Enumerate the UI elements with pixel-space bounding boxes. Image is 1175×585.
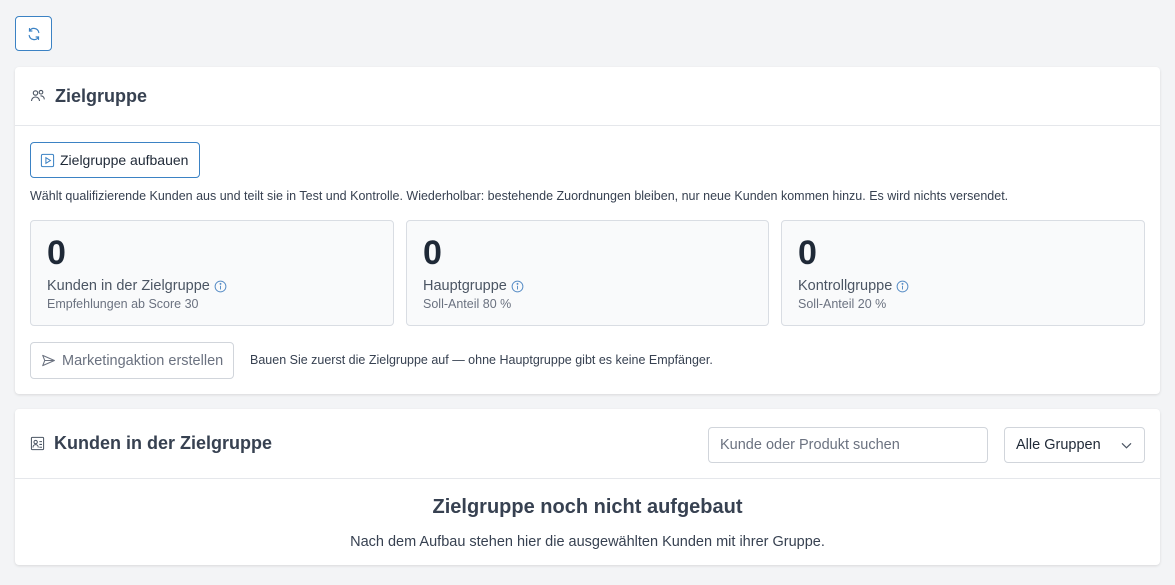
users-icon xyxy=(30,88,46,104)
play-square-icon xyxy=(40,153,55,168)
stat-label: Hauptgruppe xyxy=(423,278,507,294)
stat-value: 0 xyxy=(423,234,442,272)
stat-sub: Empfehlungen ab Score 30 xyxy=(47,297,199,311)
stat-card-control-group: 0 Kontrollgruppe Soll-Anteil 20 % xyxy=(781,220,1145,326)
customers-card-title: Kunden in der Zielgruppe xyxy=(54,433,273,453)
customer-search-input[interactable] xyxy=(708,427,988,463)
info-icon[interactable] xyxy=(511,280,524,293)
group-filter-select[interactable]: Alle Gruppen xyxy=(1004,427,1145,463)
group-filter-value: Alle Gruppen xyxy=(1016,437,1101,453)
chevron-down-icon xyxy=(1120,439,1133,452)
build-audience-button[interactable]: Zielgruppe aufbauen xyxy=(30,142,201,178)
campaign-hint: Bauen Sie zuerst die Zielgruppe auf — oh… xyxy=(250,353,713,367)
stat-value: 0 xyxy=(47,234,66,272)
stat-card-audience: 0 Kunden in der Zielgruppe Empfehlungen … xyxy=(30,220,394,326)
info-icon[interactable] xyxy=(214,280,227,293)
empty-state-title: Zielgruppe noch nicht aufgebaut xyxy=(432,496,743,518)
audience-description: Wählt qualifizierende Kunden aus und tei… xyxy=(30,189,1009,203)
stat-sub: Soll-Anteil 20 % xyxy=(798,297,887,311)
stat-sub: Soll-Anteil 80 % xyxy=(423,297,512,311)
stat-label: Kunden in der Zielgruppe xyxy=(47,278,210,294)
stat-label-row: Kontrollgruppe xyxy=(798,278,1128,294)
create-campaign-button[interactable]: Marketingaktion erstellen xyxy=(30,342,235,379)
refresh-icon xyxy=(26,26,42,42)
info-icon[interactable] xyxy=(896,280,909,293)
stat-card-main-group: 0 Hauptgruppe Soll-Anteil 80 % xyxy=(406,220,769,326)
customers-card: Kunden in der Zielgruppe Alle Gruppen Zi… xyxy=(15,409,1160,565)
create-campaign-label: Marketingaktion erstellen xyxy=(62,352,224,369)
build-audience-label: Zielgruppe aufbauen xyxy=(60,152,189,168)
empty-state-text: Nach dem Aufbau stehen hier die ausgewäh… xyxy=(350,534,825,550)
customers-card-header: Kunden in der Zielgruppe xyxy=(15,409,1160,479)
send-icon xyxy=(41,353,56,368)
audience-card: Zielgruppe Zielgruppe aufbauen Wählt qua… xyxy=(15,67,1160,394)
refresh-button[interactable] xyxy=(15,16,52,51)
stat-value: 0 xyxy=(798,234,817,272)
stat-label-row: Hauptgruppe xyxy=(423,278,752,294)
audience-card-title: Zielgruppe xyxy=(55,85,148,106)
stat-label-row: Kunden in der Zielgruppe xyxy=(47,278,377,294)
audience-card-header: Zielgruppe xyxy=(15,67,1160,126)
user-list-icon xyxy=(30,436,45,451)
stat-label: Kontrollgruppe xyxy=(798,278,893,294)
